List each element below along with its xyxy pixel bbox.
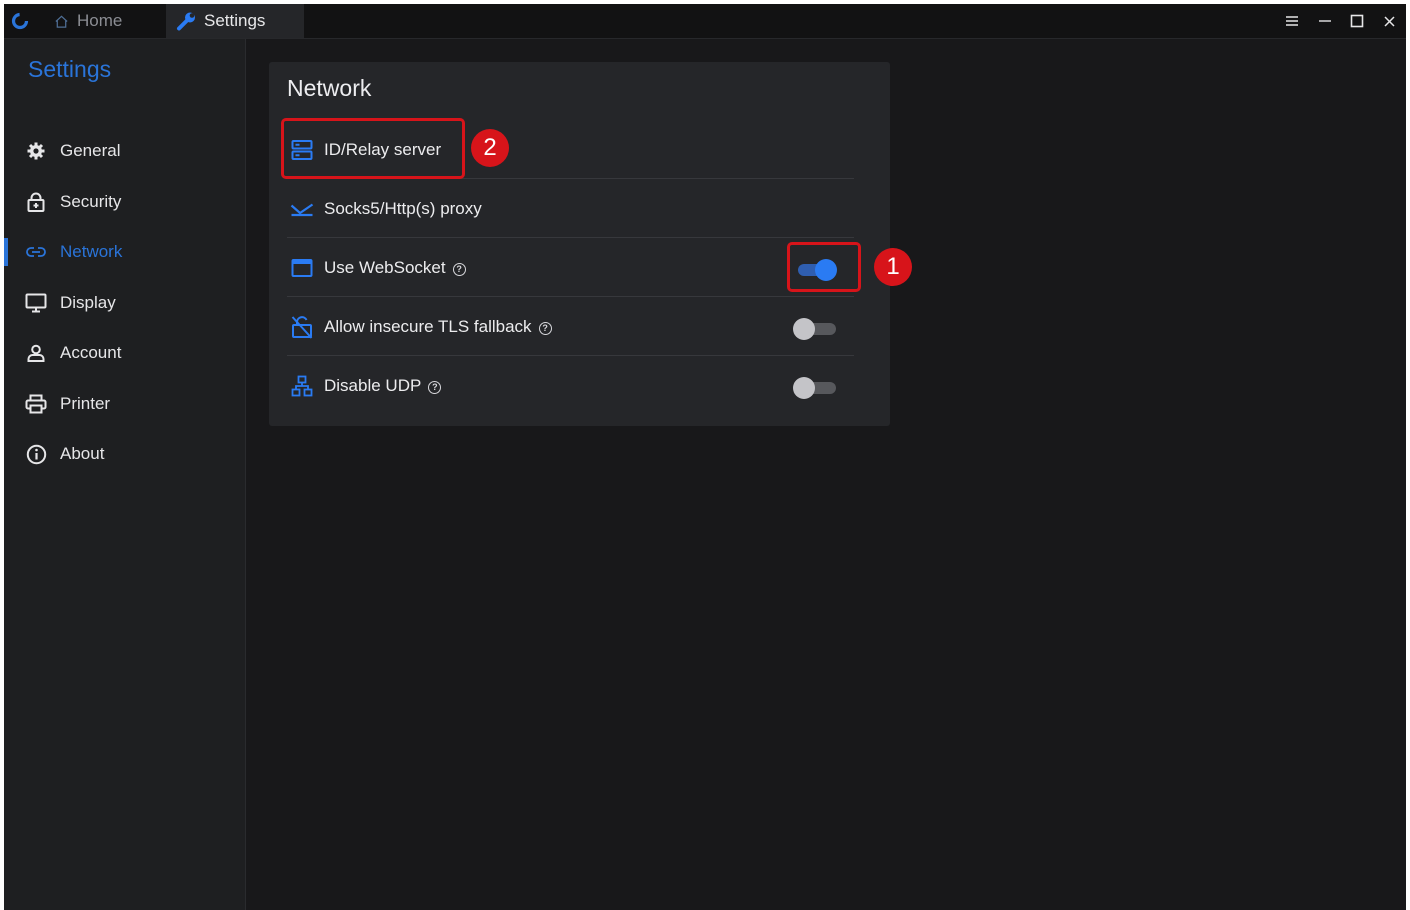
sidebar-item-display[interactable]: Display: [4, 281, 245, 325]
annotation-badge-2: 2: [471, 129, 509, 167]
home-icon: [55, 15, 68, 28]
tab-settings-label: Settings: [204, 11, 266, 30]
sidebar-item-printer[interactable]: Printer: [4, 382, 245, 426]
maximize-icon: [1350, 14, 1364, 28]
annotation-box-1: [787, 242, 861, 292]
disable-udp-row: Disable UDP?: [287, 357, 854, 415]
gear-icon: [25, 140, 47, 162]
help-icon[interactable]: ?: [452, 263, 466, 276]
sidebar-item-label: Printer: [60, 394, 111, 413]
link-icon: [25, 241, 47, 263]
udp-label: Disable UDP: [324, 376, 422, 395]
sidebar-item-label: General: [60, 141, 121, 160]
lock-icon: [25, 191, 47, 213]
close-button[interactable]: [1373, 4, 1405, 38]
network-tree-icon: [289, 374, 315, 398]
app-window: Home Settings Settings General Security …: [4, 4, 1406, 910]
divider: [287, 237, 854, 238]
row-label: Socks5/Http(s) proxy: [324, 199, 482, 218]
sidebar-item-security[interactable]: Security: [4, 180, 245, 224]
use-websocket-row: Use WebSocket?: [287, 239, 854, 297]
help-icon[interactable]: ?: [428, 381, 442, 394]
unlock-icon: [289, 315, 315, 339]
help-icon[interactable]: ?: [538, 322, 552, 335]
row-label: Disable UDP?: [324, 376, 442, 396]
divider: [287, 355, 854, 356]
sidebar: Settings General Security Network Displa…: [4, 39, 246, 910]
insecure-tls-toggle[interactable]: [793, 318, 837, 340]
sidebar-item-network[interactable]: Network: [4, 230, 245, 274]
sidebar-item-label: Network: [60, 242, 123, 261]
sidebar-item-label: Display: [60, 293, 116, 312]
tab-settings[interactable]: Settings: [166, 4, 304, 38]
maximize-button[interactable]: [1341, 4, 1373, 38]
insecure-tls-row: Allow insecure TLS fallback?: [287, 298, 854, 356]
tab-home[interactable]: Home: [54, 4, 166, 38]
menu-button[interactable]: [1276, 4, 1308, 38]
app-logo-icon[interactable]: [10, 11, 30, 31]
annotation-badge-1: 1: [874, 248, 912, 286]
panel-title: Network: [287, 75, 372, 101]
socks5-proxy-row[interactable]: Socks5/Http(s) proxy: [287, 180, 854, 238]
minimize-button[interactable]: [1309, 4, 1341, 38]
printer-icon: [25, 393, 47, 415]
sidebar-item-about[interactable]: About: [4, 432, 245, 476]
sidebar-item-general[interactable]: General: [4, 129, 245, 173]
row-label: Use WebSocket?: [324, 258, 466, 278]
tab-home-label: Home: [77, 11, 123, 30]
title-bar: Home Settings: [4, 4, 1406, 39]
user-icon: [25, 342, 47, 364]
toggle-knob: [793, 318, 815, 340]
divider: [287, 296, 854, 297]
sidebar-item-label: About: [60, 444, 105, 463]
wrench-icon: [177, 12, 195, 31]
monitor-icon: [25, 292, 47, 314]
toggle-knob: [793, 377, 815, 399]
sidebar-title: Settings: [28, 56, 112, 82]
row-label: Allow insecure TLS fallback?: [324, 317, 552, 337]
minimize-icon: [1319, 20, 1331, 22]
info-icon: [25, 443, 47, 465]
websocket-label: Use WebSocket: [324, 258, 446, 277]
sidebar-item-label: Security: [60, 192, 122, 211]
close-icon: [1383, 15, 1395, 27]
annotation-box-2: [281, 118, 465, 179]
tls-label: Allow insecure TLS fallback: [324, 317, 532, 336]
proxy-icon: [289, 197, 315, 221]
sidebar-item-label: Account: [60, 343, 122, 362]
disable-udp-toggle[interactable]: [793, 377, 837, 399]
window-icon: [289, 256, 315, 280]
menu-icon: [1286, 16, 1298, 26]
sidebar-item-account[interactable]: Account: [4, 331, 245, 375]
